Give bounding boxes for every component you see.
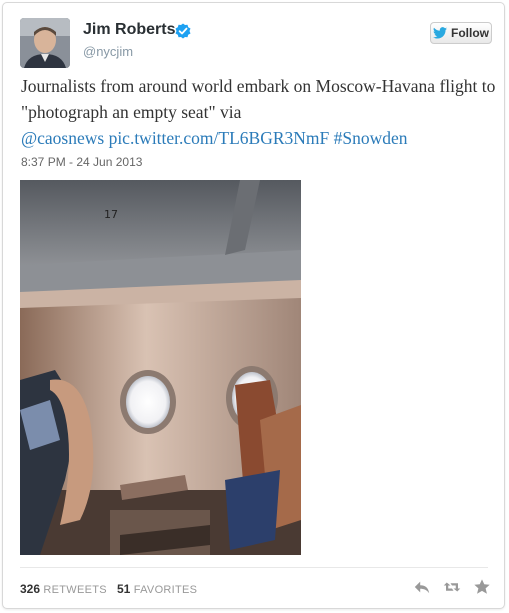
tweet-photo[interactable]: 17 — [20, 180, 301, 555]
divider — [20, 567, 488, 568]
favorite-icon[interactable] — [473, 578, 491, 596]
tweet-timestamp[interactable]: 8:37 PM - 24 Jun 2013 — [21, 155, 142, 169]
mention-link[interactable]: @caosnews — [21, 128, 104, 148]
tweet-text: Journalists from around world embark on … — [21, 73, 496, 151]
follow-label: Follow — [451, 26, 489, 40]
tweet-text-plain: Journalists from around world embark on … — [21, 76, 496, 122]
retweet-icon[interactable] — [443, 578, 461, 596]
tweet-stats: 326 RETWEETS 51 FAVORITES — [20, 582, 197, 596]
verified-icon — [175, 23, 191, 39]
retweets-count[interactable]: 326 — [20, 582, 40, 596]
hashtag-link[interactable]: #Snowden — [334, 128, 408, 148]
follow-button[interactable]: Follow — [430, 22, 492, 44]
user-display-name[interactable]: Jim Roberts — [83, 21, 175, 39]
avatar[interactable] — [20, 18, 70, 68]
reply-icon[interactable] — [413, 578, 431, 596]
favorites-label[interactable]: FAVORITES — [134, 584, 198, 596]
user-handle[interactable]: @nycjim — [83, 44, 133, 59]
favorites-count[interactable]: 51 — [117, 582, 130, 596]
seat-row-number: 17 — [104, 208, 118, 221]
pic-link[interactable]: pic.twitter.com/TL6BGR3NmF — [109, 128, 330, 148]
twitter-bird-icon — [433, 27, 447, 39]
retweets-label[interactable]: RETWEETS — [43, 584, 107, 596]
tweet-actions — [413, 578, 491, 596]
